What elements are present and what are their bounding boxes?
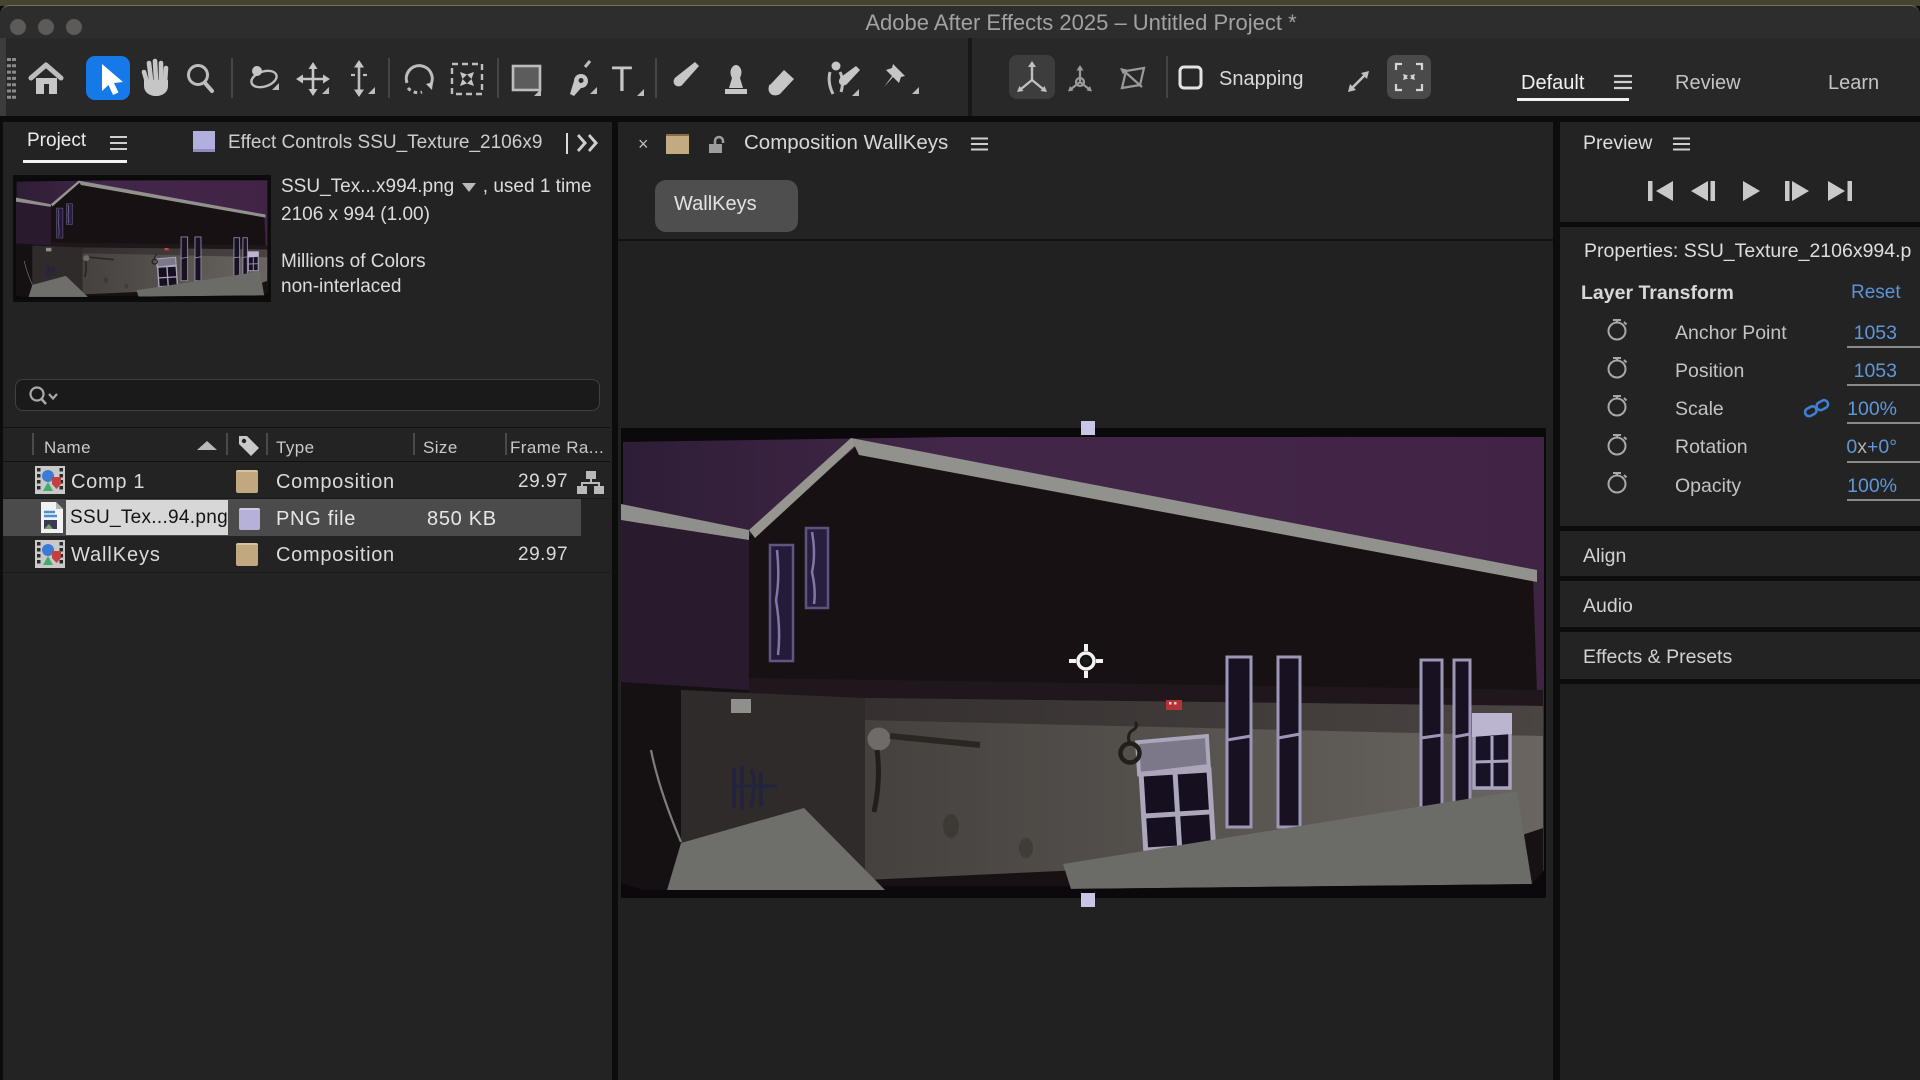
svg-text:Snapping: Snapping [1219, 68, 1304, 90]
svg-text:Review: Review [1675, 72, 1741, 94]
svg-text:Default: Default [1521, 72, 1585, 94]
svg-text:T: T [611, 60, 632, 99]
svg-text:Learn: Learn [1828, 72, 1879, 94]
